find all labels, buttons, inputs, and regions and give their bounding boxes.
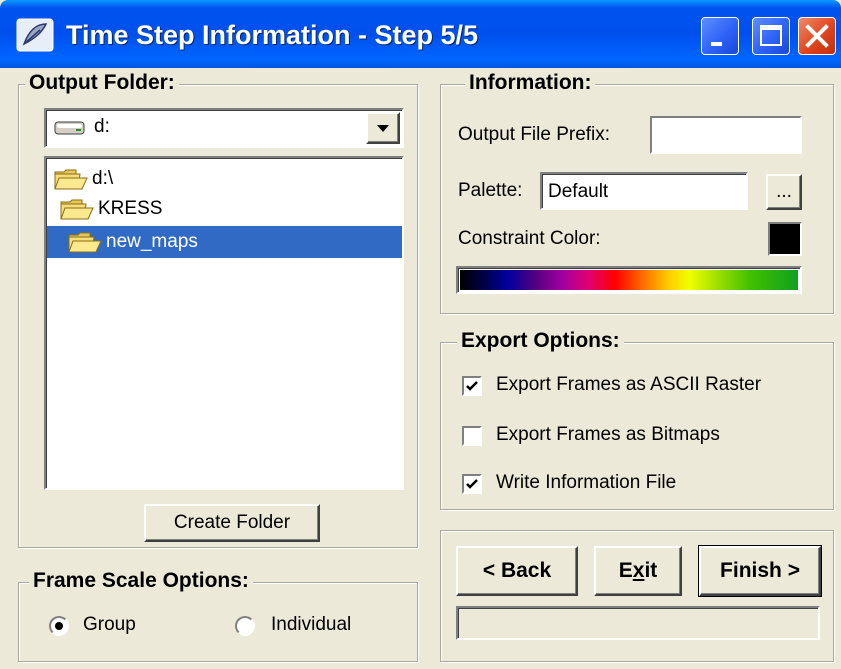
export-ascii-label: Export Frames as ASCII Raster [496,374,762,395]
radio-group[interactable] [49,616,69,636]
palette-label: Palette: [458,180,523,201]
app-icon [16,18,54,52]
title-bar[interactable]: Time Step Information - Step 5/5 [0,0,841,68]
exit-button[interactable]: Exit [594,546,682,596]
write-info-checkbox[interactable] [462,474,482,494]
information-legend: Information: [465,71,596,95]
palette-gradient [456,266,802,294]
exit-label-hotkey: x [632,559,645,582]
open-folder-icon [60,199,94,220]
chevron-down-icon [377,125,389,132]
finish-button[interactable]: Finish > [698,545,822,597]
check-icon [466,381,478,391]
constraint-color-label: Constraint Color: [458,228,601,249]
create-folder-button[interactable]: Create Folder [144,504,320,542]
export-bitmaps-option[interactable]: Export Frames as Bitmaps [462,422,822,450]
output-folder-legend: Output Folder: [25,71,179,95]
check-icon [466,479,478,489]
export-ascii-checkbox[interactable] [462,376,482,396]
time-step-dialog: Time Step Information - Step 5/5 Output … [0,0,841,669]
drive-select[interactable]: d: [44,108,404,148]
minimize-icon [711,42,722,46]
drive-dropdown-button[interactable] [366,112,400,144]
export-options-legend: Export Options: [457,329,624,353]
radio-individual[interactable] [235,616,255,636]
tree-item-label: d:\ [92,168,114,189]
close-icon [805,24,829,48]
export-bitmaps-checkbox[interactable] [462,426,482,446]
status-field [456,606,820,640]
radio-group-label: Group [83,614,136,635]
minimize-button[interactable] [701,17,739,55]
folder-tree[interactable]: d:\ KRESS new_maps [44,156,404,490]
open-folder-icon [54,169,88,190]
prefix-label: Output File Prefix: [458,124,611,145]
maximize-icon [760,25,782,46]
export-bitmaps-label: Export Frames as Bitmaps [496,424,720,445]
palette-browse-button[interactable]: ... [766,174,802,210]
window-title: Time Step Information - Step 5/5 [66,20,479,50]
tree-item-label: KRESS [98,198,163,219]
export-ascii-option[interactable]: Export Frames as ASCII Raster [462,372,822,400]
drive-value: d: [94,116,110,137]
tree-item-label: new_maps [102,227,202,257]
maximize-button[interactable] [752,17,790,55]
back-button[interactable]: < Back [456,546,578,596]
radio-individual-label: Individual [271,614,352,635]
write-info-option[interactable]: Write Information File [462,470,822,498]
close-button[interactable] [798,17,836,55]
prefix-input[interactable] [650,116,802,154]
drive-icon [54,121,85,135]
write-info-label: Write Information File [496,472,677,493]
palette-value: Default [548,181,609,202]
exit-label-suffix: it [644,559,658,582]
palette-field[interactable]: Default [540,172,748,210]
exit-label-prefix: E [618,559,633,582]
constraint-color-swatch[interactable] [768,222,802,256]
radio-individual-option[interactable]: Individual [235,613,395,639]
frame-scale-group: Frame Scale Options: Group Individual [18,569,418,662]
open-folder-icon [68,232,102,253]
frame-scale-legend: Frame Scale Options: [29,569,253,593]
radio-group-option[interactable]: Group [49,613,189,639]
